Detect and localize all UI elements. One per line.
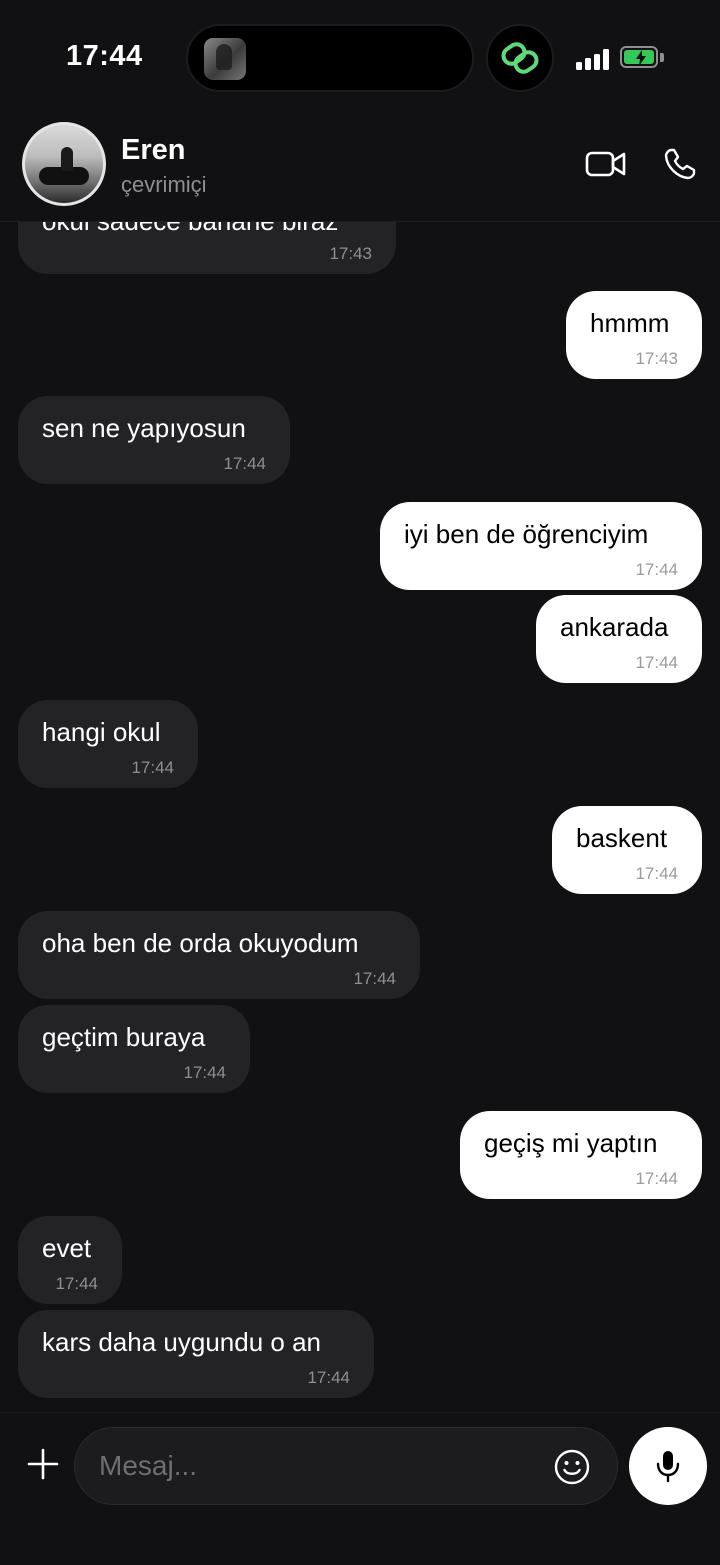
message-outgoing[interactable]: baskent 17:44 bbox=[552, 806, 702, 894]
message-outgoing[interactable]: iyi ben de öğrenciyim 17:44 bbox=[380, 502, 702, 590]
attach-button[interactable] bbox=[22, 1443, 64, 1485]
contact-name[interactable]: Eren bbox=[121, 134, 185, 167]
message-time: 17:44 bbox=[635, 653, 678, 672]
video-call-button[interactable] bbox=[584, 146, 628, 182]
message-text: sen ne yapıyosun bbox=[42, 413, 246, 443]
microphone-icon bbox=[656, 1451, 680, 1483]
battery-cap bbox=[660, 53, 664, 62]
now-playing-album-art bbox=[204, 38, 246, 80]
message-input[interactable] bbox=[99, 1428, 539, 1504]
message-text: kars daha uygundu o an bbox=[42, 1327, 321, 1357]
status-bar: 17:44 bbox=[0, 0, 720, 110]
message-incoming[interactable]: kars daha uygundu o an 17:44 bbox=[18, 1310, 374, 1398]
message-text: oha ben de orda okuyodum bbox=[42, 928, 359, 958]
message-time: 17:44 bbox=[353, 969, 396, 988]
dynamic-island[interactable] bbox=[186, 24, 474, 92]
chat-header: Eren çevrimiçi bbox=[0, 110, 720, 222]
message-incoming[interactable]: sen ne yapıyosun 17:44 bbox=[18, 396, 290, 484]
message-text: hangi okul bbox=[42, 717, 161, 747]
message-incoming[interactable]: evet 17:44 bbox=[18, 1216, 122, 1304]
emoji-button[interactable] bbox=[553, 1448, 591, 1486]
message-time: 17:44 bbox=[635, 864, 678, 883]
voice-call-button[interactable] bbox=[658, 146, 702, 182]
phone-icon bbox=[664, 148, 696, 180]
message-composer bbox=[0, 1412, 720, 1565]
battery-icon bbox=[620, 46, 658, 68]
message-incoming[interactable]: geçtim buraya 17:44 bbox=[18, 1005, 250, 1093]
link-rings-icon bbox=[501, 42, 539, 74]
message-time: 17:44 bbox=[635, 560, 678, 579]
live-activity-pill[interactable] bbox=[486, 24, 554, 92]
charging-bolt-icon bbox=[636, 50, 646, 66]
message-time: 17:44 bbox=[307, 1368, 350, 1387]
message-text: geçtim buraya bbox=[42, 1022, 206, 1052]
video-camera-icon bbox=[585, 151, 626, 177]
message-text: iyi ben de öğrenciyim bbox=[404, 519, 649, 549]
message-text: baskent bbox=[576, 823, 668, 853]
status-time: 17:44 bbox=[66, 40, 143, 72]
message-time: 17:44 bbox=[55, 1274, 98, 1293]
message-input-container[interactable] bbox=[74, 1427, 618, 1505]
message-text: geçiş mi yaptın bbox=[484, 1128, 658, 1158]
cellular-signal-icon bbox=[576, 46, 610, 70]
contact-status: çevrimiçi bbox=[121, 172, 207, 197]
message-text: ankarada bbox=[560, 612, 669, 642]
smiley-icon bbox=[554, 1449, 590, 1485]
message-outgoing[interactable]: hmmm 17:43 bbox=[566, 291, 702, 379]
message-incoming[interactable]: oha ben de orda okuyodum 17:44 bbox=[18, 911, 420, 999]
message-incoming[interactable]: hangi okul 17:44 bbox=[18, 700, 198, 788]
message-time: 17:44 bbox=[131, 758, 174, 777]
contact-avatar[interactable] bbox=[22, 122, 106, 206]
message-text: hmmm bbox=[590, 308, 670, 338]
message-time: 17:44 bbox=[183, 1063, 226, 1082]
message-time: 17:44 bbox=[635, 1169, 678, 1188]
message-text: evet bbox=[42, 1233, 92, 1263]
message-outgoing[interactable]: geçiş mi yaptın 17:44 bbox=[460, 1111, 702, 1199]
message-time: 17:43 bbox=[635, 349, 678, 368]
plus-icon bbox=[27, 1448, 59, 1480]
message-time: 17:43 bbox=[329, 244, 372, 263]
chat-screen: okul sadece bahane biraz 17:43 hmmm 17:4… bbox=[0, 0, 720, 1565]
message-outgoing[interactable]: ankarada 17:44 bbox=[536, 595, 702, 683]
message-time: 17:44 bbox=[223, 454, 266, 473]
voice-message-button[interactable] bbox=[629, 1427, 707, 1505]
